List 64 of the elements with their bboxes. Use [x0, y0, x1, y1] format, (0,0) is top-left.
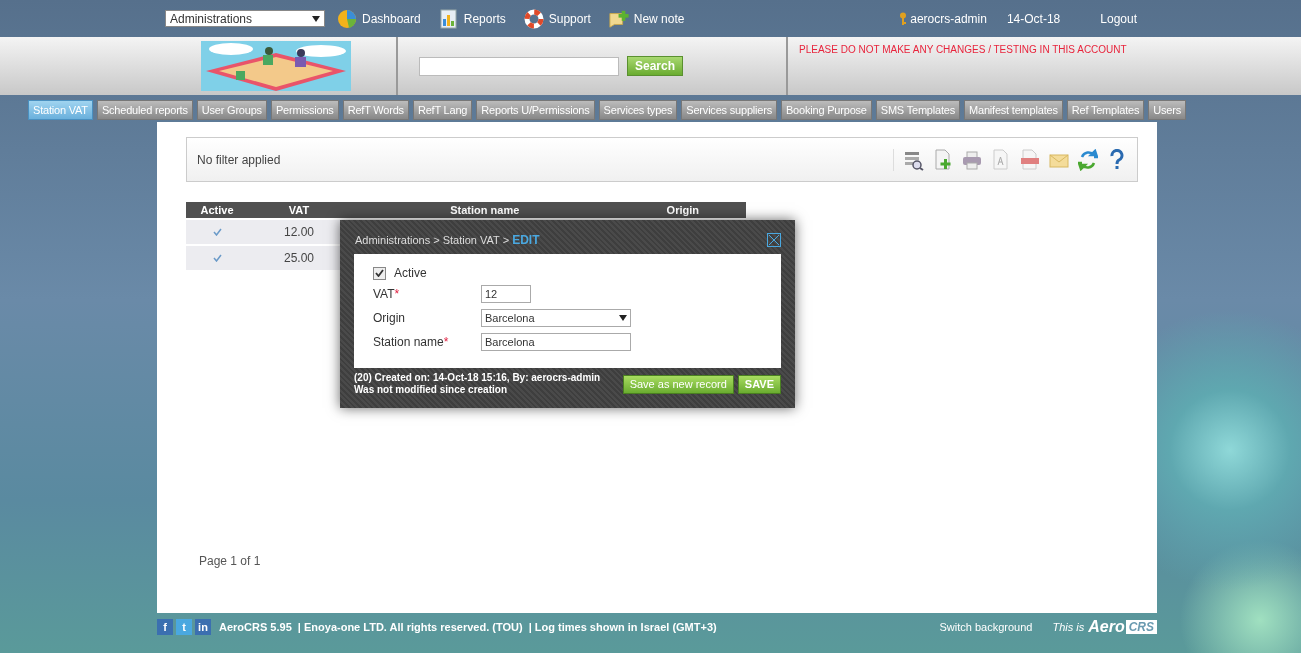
social-button[interactable]: f — [157, 618, 173, 635]
filter-status: No filter applied — [197, 152, 281, 167]
brand-logo-text: Aero — [1088, 617, 1125, 636]
logout-link[interactable]: Logout — [1100, 11, 1137, 26]
tab[interactable]: Ref Templates — [1066, 100, 1145, 120]
close-icon[interactable] — [767, 233, 781, 247]
social-button[interactable]: t — [176, 618, 192, 635]
bar-chart-icon — [438, 8, 459, 29]
tab[interactable]: Permissions — [270, 100, 339, 120]
dialog-breadcrumb: Administrations > Station VAT > EDIT — [355, 233, 540, 247]
add-document-icon[interactable] — [933, 148, 953, 171]
key-icon — [899, 11, 908, 26]
input-field[interactable]: 12 — [481, 285, 531, 303]
tab[interactable]: Station VAT — [28, 100, 93, 120]
field-label: Station name* — [373, 335, 450, 349]
record-info: (20) Created on: 14-Oct-18 15:16, By: aerocrs-admin Was not modified since creation — [354, 372, 601, 396]
pdf-document-icon[interactable] — [1020, 148, 1040, 171]
tab[interactable]: Manifest templates — [964, 100, 1063, 120]
tab[interactable]: User Groups — [196, 100, 267, 120]
social-button[interactable]: in — [195, 618, 211, 635]
warning-text: PLEASE DO NOT MAKE ANY CHANGES / TESTING IN THIS ACCOUNT — [798, 43, 1127, 57]
printer-icon[interactable] — [962, 148, 982, 171]
note-add-icon — [608, 8, 629, 29]
nav-link[interactable]: New note — [608, 8, 685, 29]
pagination-text: Page 1 of 1 — [199, 554, 261, 568]
active-label: Active — [394, 266, 427, 280]
column-header: Origin — [619, 202, 746, 218]
refresh-icon[interactable] — [1078, 148, 1098, 171]
switch-background-link[interactable]: Switch background — [939, 620, 1033, 633]
column-header: Active — [186, 202, 248, 218]
pie-chart-icon — [337, 8, 357, 29]
active-checkbox[interactable] — [373, 266, 386, 280]
footer-text: AeroCRS 5.95 | Enoya-one LTD. All rights reserved. (TOU) | Log times shown in Israel (GMT+3) — [219, 620, 717, 633]
tab[interactable]: SMS Templates — [875, 100, 960, 120]
search-button[interactable]: Search — [627, 56, 684, 76]
field-label: VAT* — [373, 287, 401, 301]
tab[interactable]: Reports U/Permissions — [476, 100, 595, 120]
save-as-new-button[interactable]: Save as new record — [622, 374, 734, 394]
nav-link[interactable]: Reports — [438, 8, 506, 29]
tab[interactable]: Users — [1148, 100, 1186, 120]
brand-logo-badge: CRS — [1125, 619, 1157, 634]
text-document-icon[interactable] — [991, 148, 1011, 171]
caret-icon — [619, 315, 627, 321]
column-header: VAT — [248, 202, 350, 218]
save-button[interactable]: SAVE — [737, 374, 781, 394]
username: aerocrs-admin — [910, 11, 987, 26]
nav-link[interactable]: Dashboard — [337, 8, 421, 29]
column-header: Station name — [350, 202, 620, 218]
lifebuoy-icon — [523, 8, 544, 29]
input-field[interactable]: Barcelona — [481, 333, 631, 351]
tab[interactable]: Services types — [598, 100, 678, 120]
caret-icon — [312, 15, 320, 22]
origin-dropdown[interactable]: Barcelona — [481, 309, 631, 327]
module-dropdown[interactable]: Administrations — [165, 10, 325, 27]
tab[interactable]: Scheduled reports — [96, 100, 193, 120]
tagline-text: This is — [1052, 620, 1085, 633]
tab[interactable]: Booking Purpose — [781, 100, 872, 120]
tab[interactable]: RefT Lang — [412, 100, 473, 120]
field-label: Origin — [373, 311, 406, 325]
date-text: 14-Oct-18 — [1006, 11, 1061, 26]
nav-link[interactable]: Support — [523, 8, 591, 29]
tab[interactable]: RefT Words — [342, 100, 409, 120]
tab[interactable]: Services suppliers — [681, 100, 777, 120]
search-field[interactable] — [419, 56, 619, 76]
